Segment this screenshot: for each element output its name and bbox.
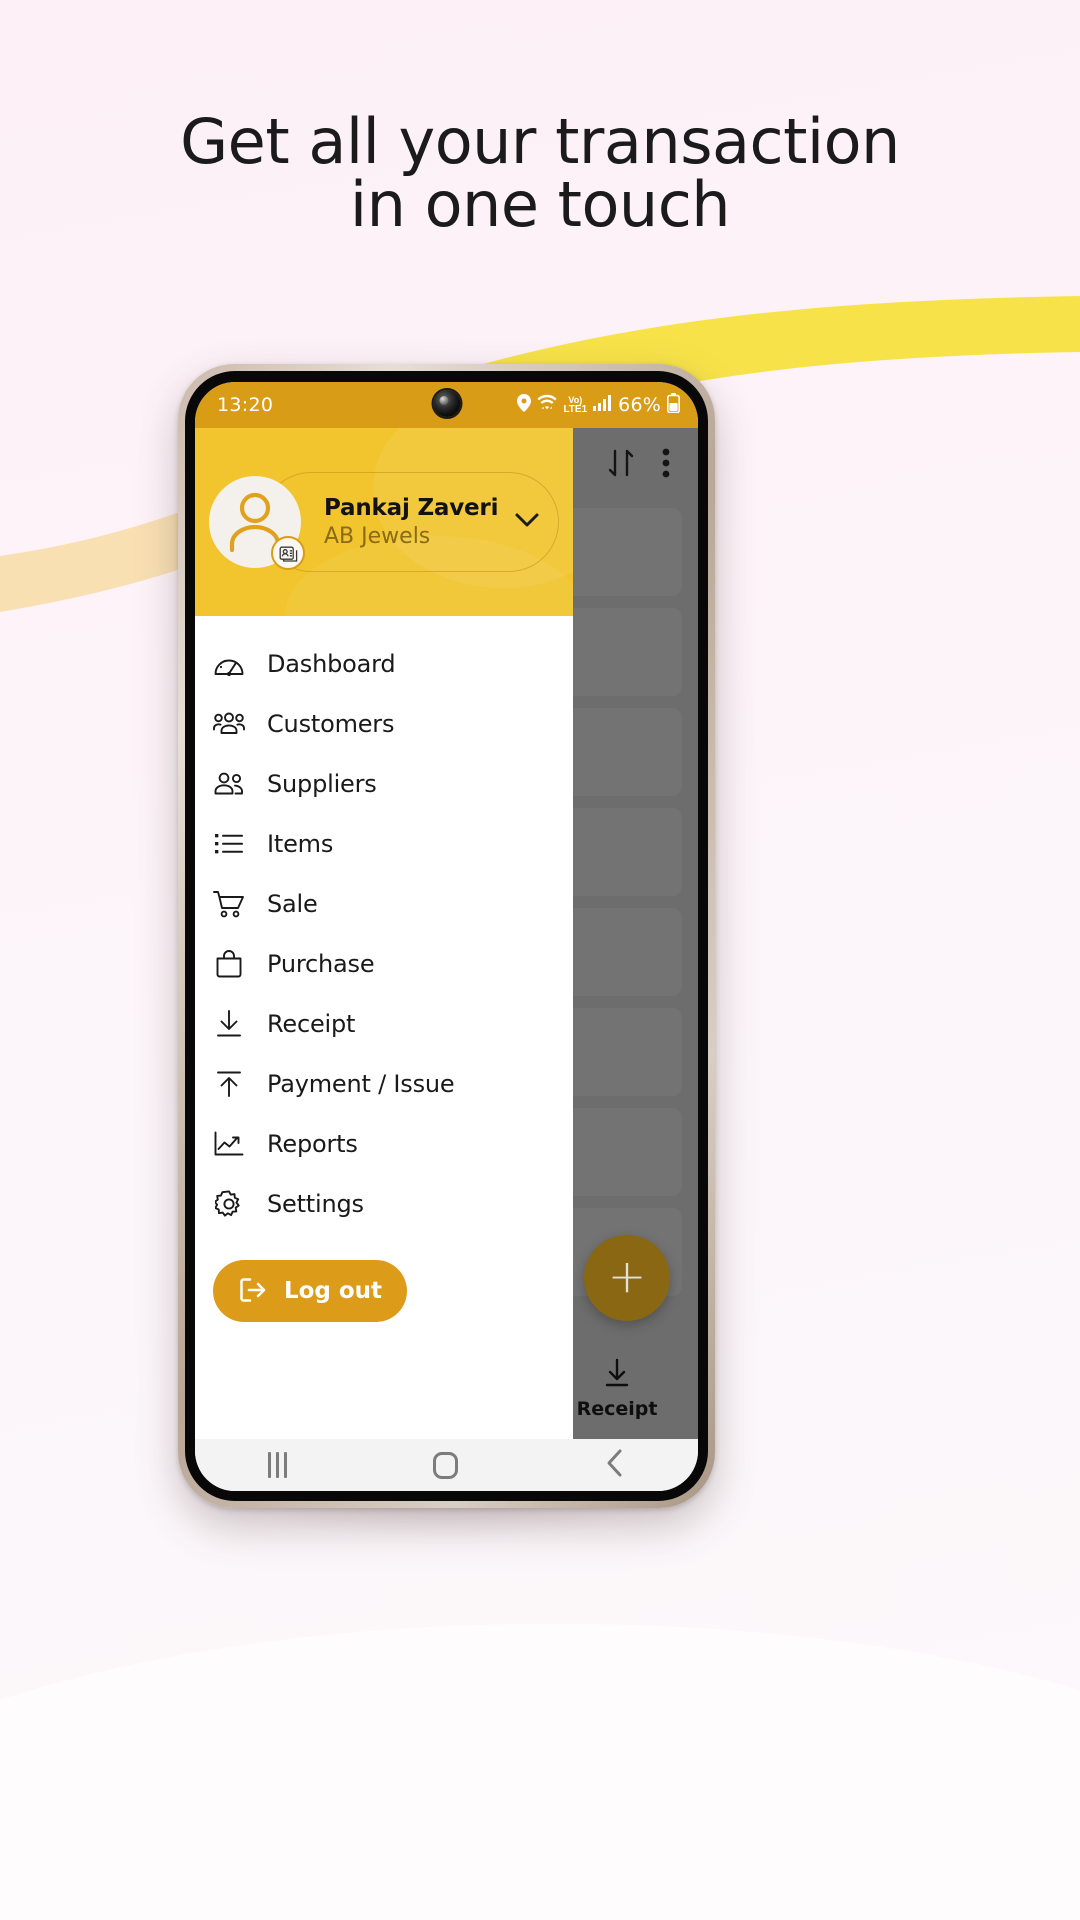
menu-item-sale[interactable]: Sale — [195, 874, 573, 934]
menu-item-purchase[interactable]: Purchase — [195, 934, 573, 994]
arrow-up-icon — [213, 1068, 245, 1100]
home-icon[interactable] — [433, 1451, 459, 1479]
users-two-icon — [213, 768, 245, 800]
phone-mockup: 13:20 Vo) LTE1 66% + Receipt Pankaj Zave… — [178, 364, 715, 1508]
logout-label: Log out — [283, 1278, 383, 1304]
drawer-menu: Dashboard Customers Suppliers Items Sale… — [195, 616, 573, 1439]
menu-label: Purchase — [267, 950, 375, 978]
avatar[interactable] — [209, 476, 305, 570]
recents-icon[interactable] — [268, 1452, 288, 1478]
signal-bars-icon — [593, 394, 612, 416]
battery-icon — [667, 392, 680, 418]
sign-out-icon — [238, 1277, 268, 1306]
menu-item-items[interactable]: Items — [195, 814, 573, 874]
arrow-down-icon — [213, 1008, 245, 1040]
location-pin-icon — [517, 393, 532, 417]
phone-screen: 13:20 Vo) LTE1 66% + Receipt Pankaj Zave… — [195, 382, 698, 1491]
status-icons: Vo) LTE1 66% — [517, 392, 680, 418]
gauge-icon — [213, 648, 245, 680]
trend-chart-icon — [213, 1128, 245, 1160]
menu-label: Reports — [267, 1130, 358, 1158]
add-fab-button[interactable]: + — [584, 1235, 670, 1321]
front-camera-punchhole — [433, 390, 460, 417]
app-content: + Receipt Pankaj Zaveri AB Jewels Dashbo… — [195, 428, 698, 1439]
status-bar: 13:20 Vo) LTE1 66% — [195, 382, 698, 428]
chevron-down-icon[interactable] — [514, 512, 540, 533]
navigation-drawer: Pankaj Zaveri AB Jewels Dashboard Custom… — [195, 428, 573, 1439]
gear-icon — [213, 1188, 245, 1220]
arrow-down-icon — [603, 1358, 631, 1393]
shopping-bag-icon — [213, 948, 245, 980]
battery-percent: 66% — [618, 394, 661, 416]
menu-item-payment-issue[interactable]: Payment / Issue — [195, 1054, 573, 1114]
bottom-nav-item-receipt[interactable]: Receipt — [558, 1358, 676, 1420]
menu-label: Dashboard — [267, 650, 396, 678]
wifi-icon — [537, 394, 558, 417]
profile-company: AB Jewels — [324, 524, 431, 549]
menu-item-dashboard[interactable]: Dashboard — [195, 634, 573, 694]
users-three-icon — [213, 708, 245, 740]
menu-label: Payment / Issue — [267, 1070, 455, 1098]
profile-text: Pankaj Zaveri AB Jewels — [324, 495, 498, 549]
profile-switcher[interactable]: Pankaj Zaveri AB Jewels — [261, 472, 559, 572]
status-time: 13:20 — [217, 394, 274, 416]
menu-label: Customers — [267, 710, 395, 738]
sort-arrows-icon[interactable] — [606, 447, 636, 484]
plus-icon: + — [607, 1249, 647, 1303]
menu-label: Settings — [267, 1190, 364, 1218]
back-icon[interactable] — [605, 1448, 625, 1483]
network-type-indicator: Vo) LTE1 — [563, 394, 588, 415]
contact-card-icon[interactable] — [271, 536, 305, 570]
menu-label: Items — [267, 830, 334, 858]
drawer-header: Pankaj Zaveri AB Jewels — [195, 428, 573, 616]
menu-label: Sale — [267, 890, 318, 918]
system-navigation-bar — [195, 1439, 698, 1491]
bottom-nav-label: Receipt — [576, 1398, 658, 1420]
menu-item-receipt[interactable]: Receipt — [195, 994, 573, 1054]
phone-bezel: 13:20 Vo) LTE1 66% + Receipt Pankaj Zave… — [185, 371, 708, 1501]
menu-item-customers[interactable]: Customers — [195, 694, 573, 754]
profile-name: Pankaj Zaveri — [324, 495, 499, 521]
shopping-cart-icon — [213, 888, 245, 920]
list-icon — [213, 828, 245, 860]
menu-item-settings[interactable]: Settings — [195, 1174, 573, 1234]
logout-button[interactable]: Log out — [213, 1260, 407, 1322]
menu-item-suppliers[interactable]: Suppliers — [195, 754, 573, 814]
promo-headline: Get all your transaction in one touch — [180, 105, 900, 242]
menu-label: Receipt — [267, 1010, 356, 1038]
more-vertical-icon[interactable] — [662, 448, 670, 483]
menu-label: Suppliers — [267, 770, 377, 798]
menu-item-reports[interactable]: Reports — [195, 1114, 573, 1174]
